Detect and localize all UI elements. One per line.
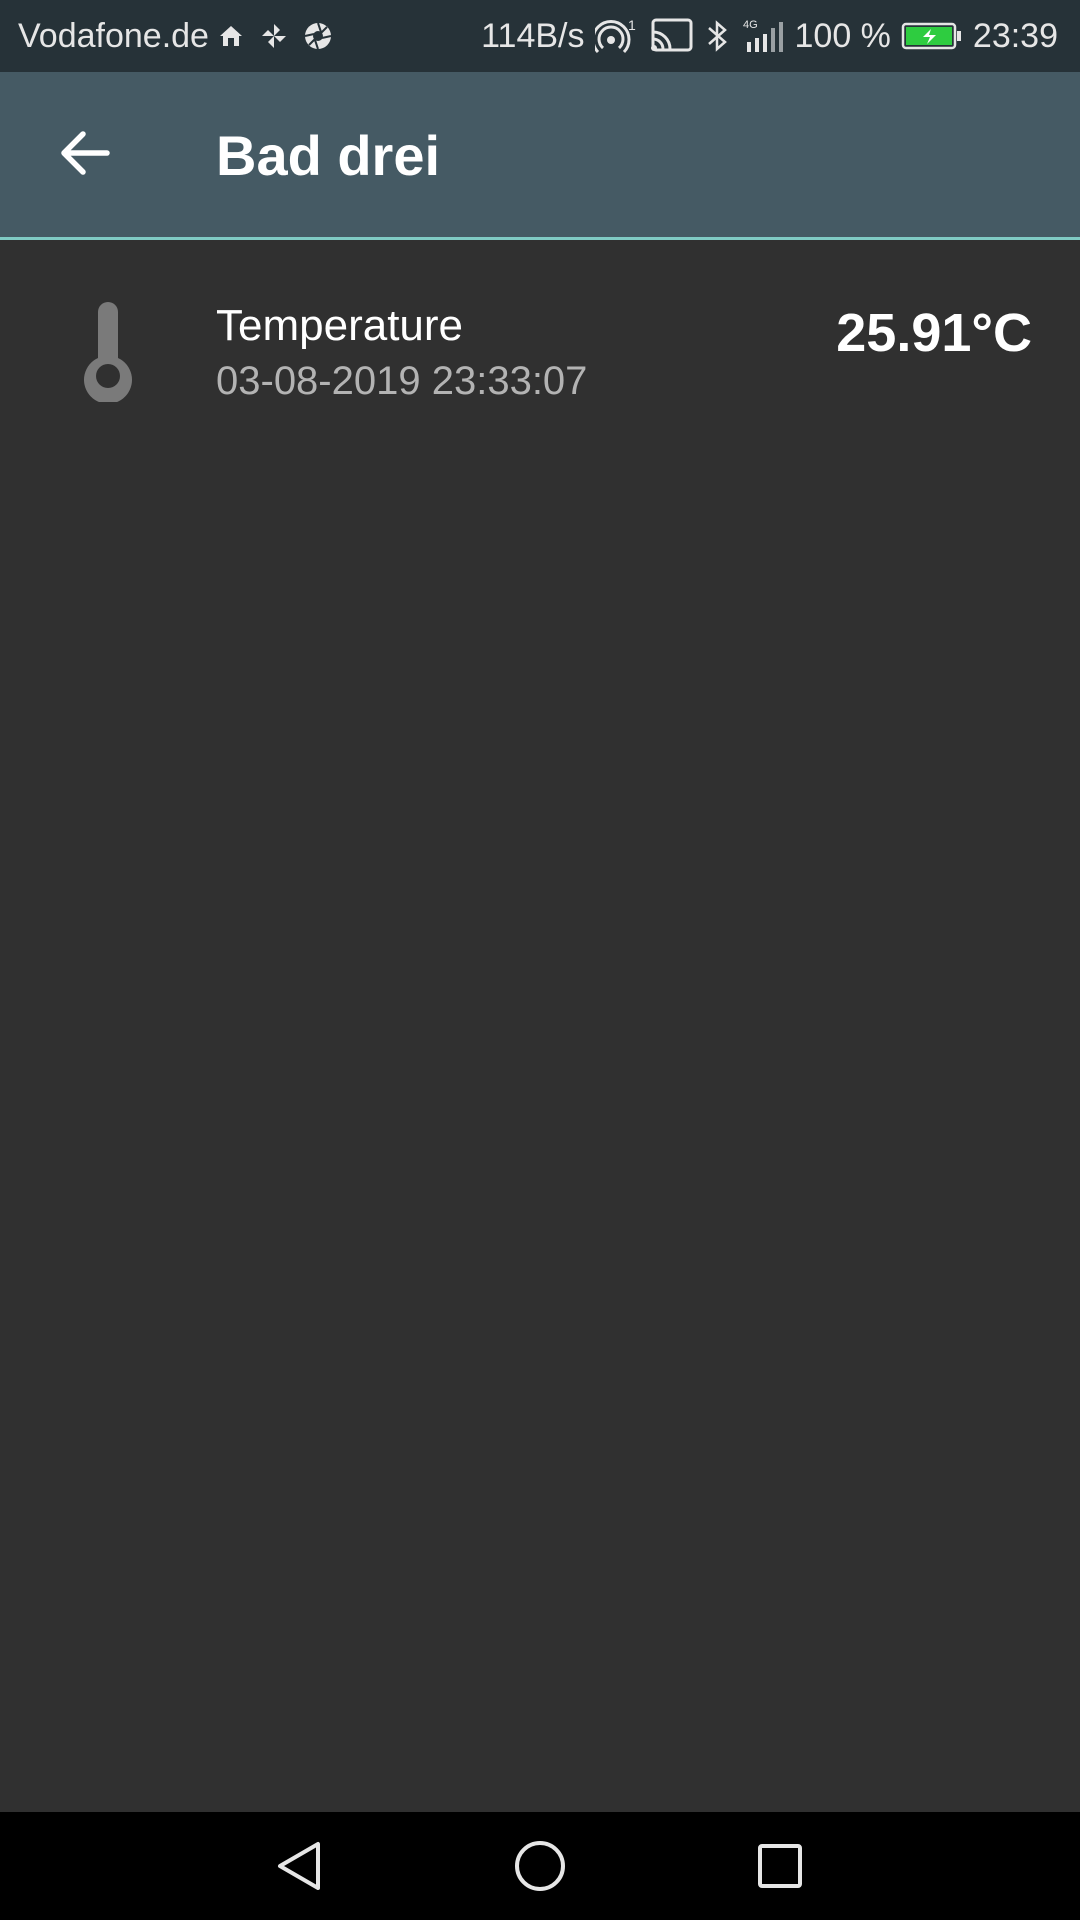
signal-icon: 4G <box>741 16 789 56</box>
back-triangle-icon <box>278 1842 320 1890</box>
carrier-label: Vodafone.de <box>18 16 209 55</box>
nav-back-button[interactable] <box>264 1830 336 1902</box>
status-bar: Vodafone.de 114B/s 1 4G 100 % 23:39 <box>0 0 1080 72</box>
page-title: Bad drei <box>216 124 441 187</box>
clock: 23:39 <box>972 16 1058 55</box>
sensor-timestamp: 03-08-2019 23:33:07 <box>216 359 588 403</box>
network-speed: 114B/s <box>481 16 585 55</box>
arrow-back-icon <box>61 131 110 175</box>
pinwheel-icon <box>259 21 289 51</box>
sensor-value: 25.91°C <box>836 303 1032 363</box>
nav-recents-button[interactable] <box>744 1830 816 1902</box>
sensor-row-temperature[interactable]: Temperature 03-08-2019 23:33:07 25.91°C <box>0 240 1080 420</box>
back-button[interactable] <box>40 108 130 198</box>
aperture-icon <box>303 21 333 51</box>
navigation-bar <box>0 1812 1080 1920</box>
status-right: 114B/s 1 4G 100 % 23:39 <box>471 16 1058 56</box>
cast-icon <box>649 17 695 55</box>
screen: Vodafone.de 114B/s 1 4G 100 % 23:39 Bad … <box>0 0 1080 1920</box>
sensor-name: Temperature <box>216 301 464 350</box>
home-icon <box>217 22 245 50</box>
sensor-list: Temperature 03-08-2019 23:33:07 25.91°C <box>0 240 1080 1812</box>
bluetooth-icon <box>705 18 731 54</box>
home-circle-icon <box>515 1841 565 1891</box>
hotspot-count: 1 <box>628 17 636 33</box>
battery-percent: 100 % <box>794 16 891 55</box>
nav-home-button[interactable] <box>504 1830 576 1902</box>
battery-charging-icon <box>901 21 963 51</box>
thermometer-icon <box>78 298 138 404</box>
app-bar: Bad drei <box>0 72 1080 240</box>
recents-square-icon <box>758 1844 802 1888</box>
network-type: 4G <box>743 19 758 31</box>
hotspot-icon: 1 <box>594 16 639 56</box>
status-left: Vodafone.de <box>18 17 333 56</box>
